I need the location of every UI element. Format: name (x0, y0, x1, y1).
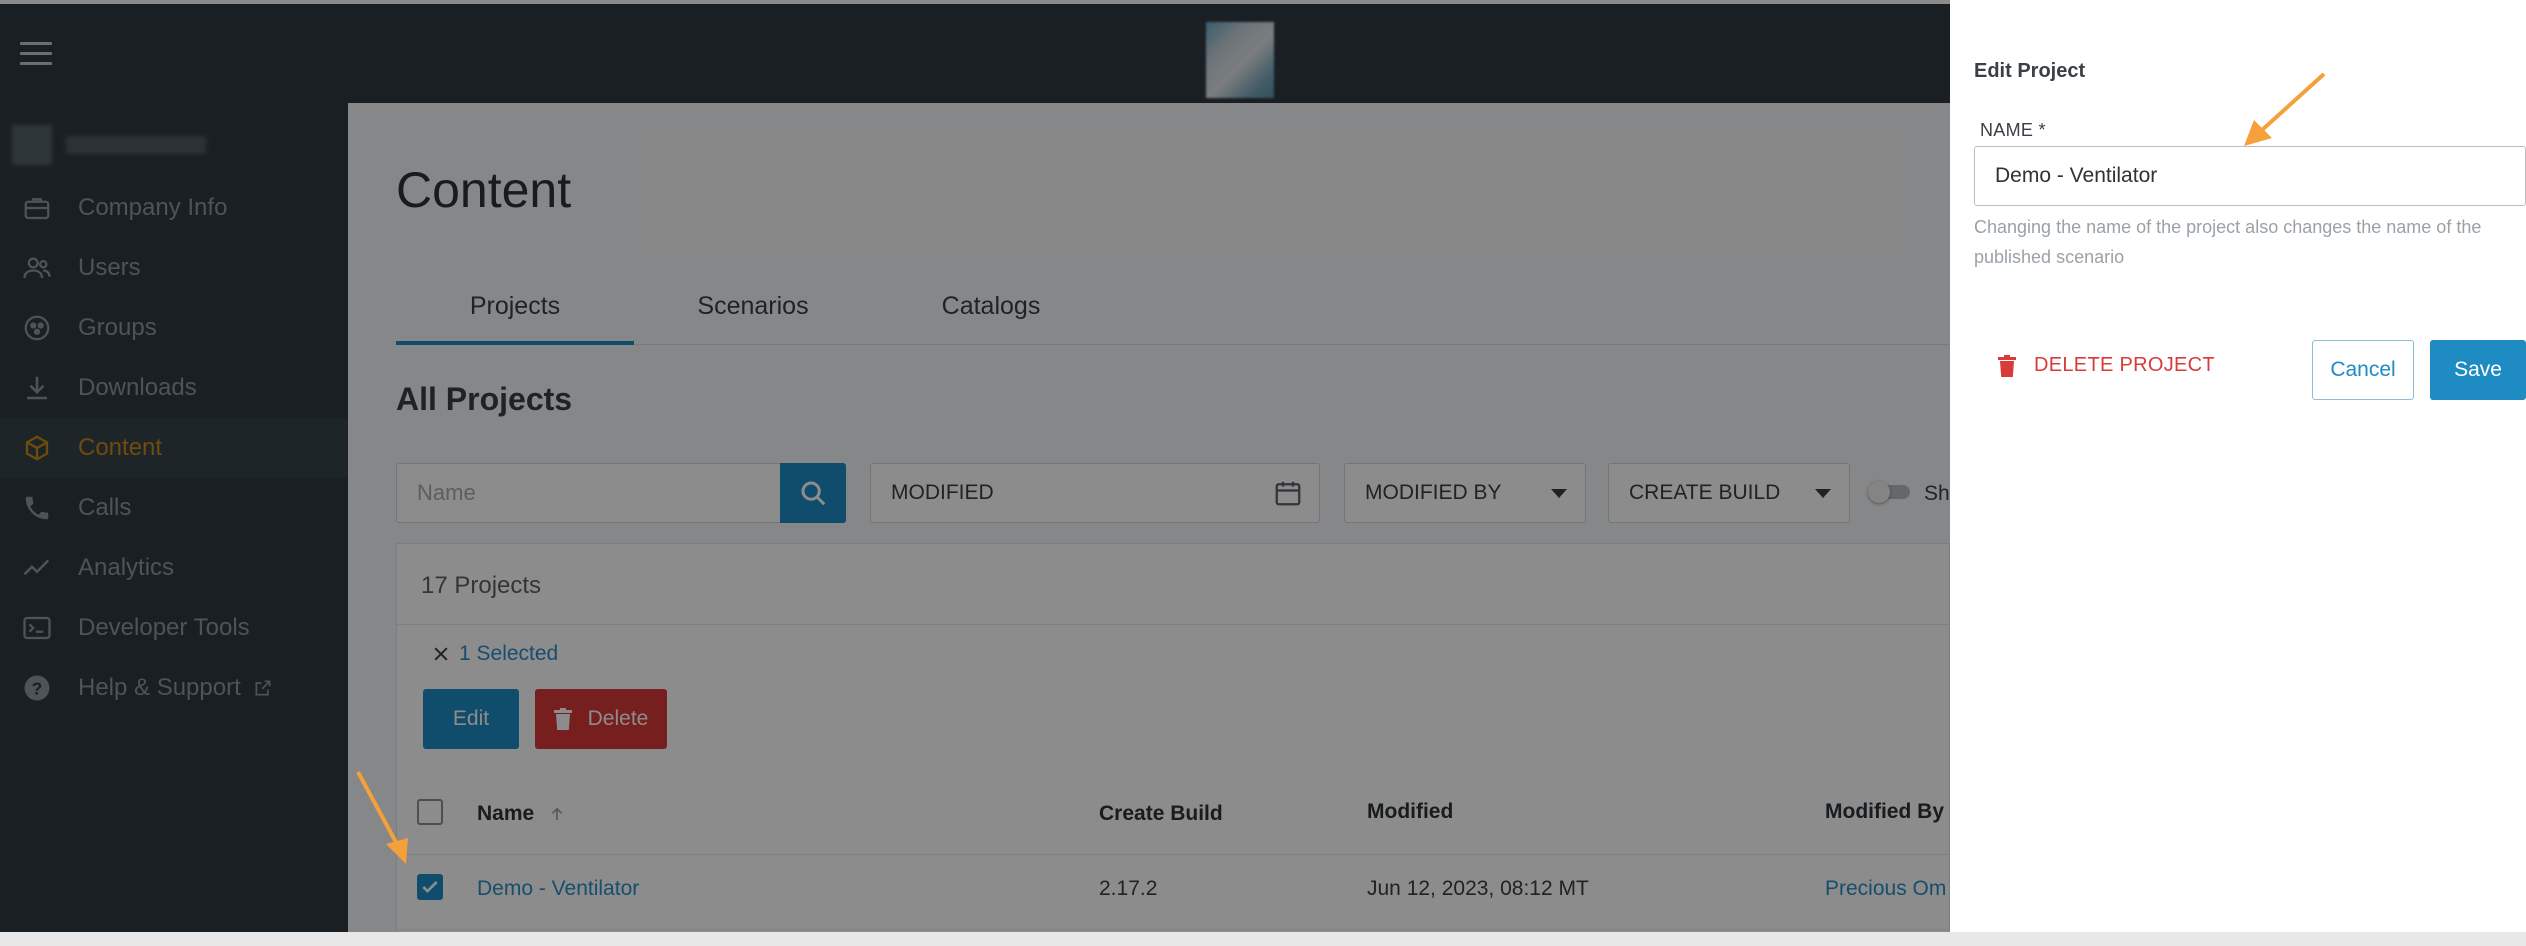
edit-project-panel: Edit Project NAME * Changing the name of… (1950, 0, 2526, 932)
annotation-arrow-icon (2244, 72, 2326, 146)
cancel-button[interactable]: Cancel (2312, 340, 2414, 400)
name-hint: Changing the name of the project also ch… (1974, 217, 2482, 267)
bottom-edge (0, 932, 2526, 946)
annotation-arrow-icon (356, 771, 408, 864)
delete-project-label: DELETE PROJECT (2034, 354, 2215, 376)
save-button[interactable]: Save (2430, 340, 2526, 400)
delete-project-button[interactable]: DELETE PROJECT (1998, 354, 2215, 377)
name-field-label: NAME * (1980, 120, 2046, 140)
panel-title: Edit Project (1974, 60, 2086, 82)
trash-icon (1998, 354, 2016, 377)
project-name-input[interactable] (1974, 146, 2526, 206)
modal-backdrop[interactable] (0, 0, 1950, 932)
